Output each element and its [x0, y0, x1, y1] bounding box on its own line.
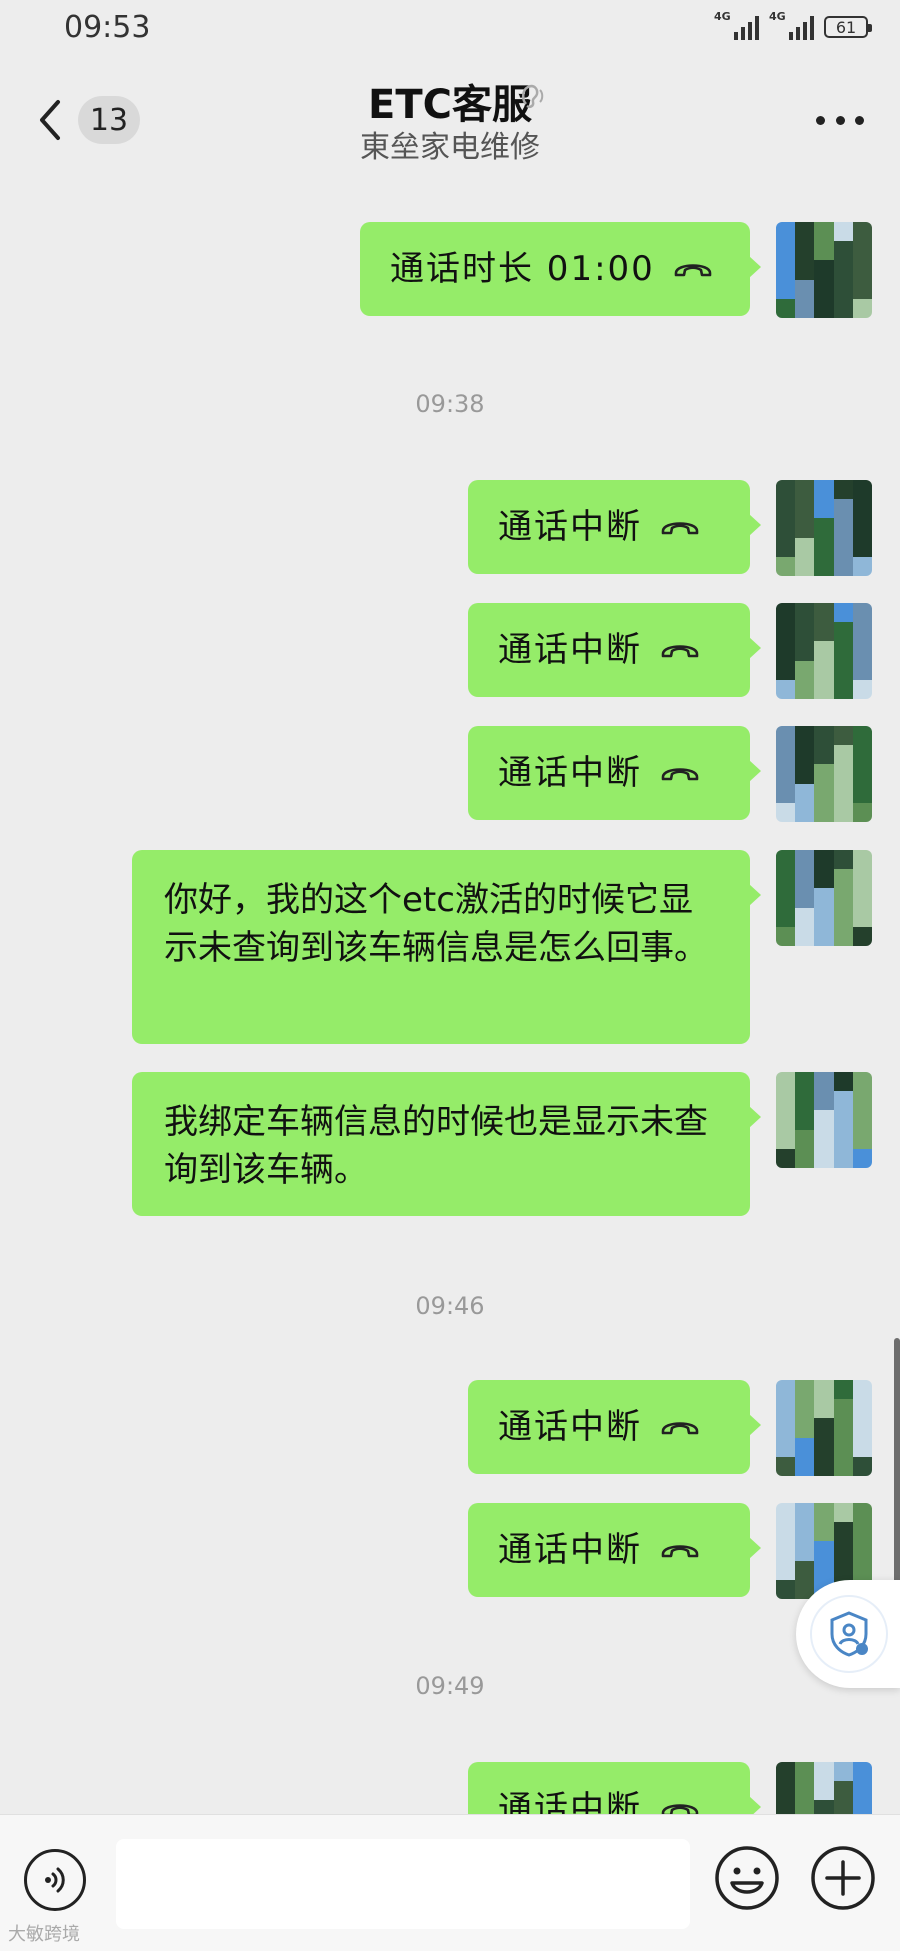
status-icons: 4G 4G 61 — [714, 10, 872, 40]
text-message-bubble[interactable]: 你好，我的这个etc激活的时候它显示未查询到该车辆信息是怎么回事。 — [132, 850, 761, 1044]
user-avatar[interactable] — [776, 726, 872, 822]
phone-hangup-icon — [661, 1422, 699, 1435]
call-message-bubble[interactable]: 通话中断 — [468, 1380, 761, 1474]
status-time: 09:53 — [64, 10, 151, 45]
message-input[interactable] — [116, 1839, 690, 1929]
emoji-icon[interactable] — [714, 1845, 780, 1911]
user-avatar[interactable] — [776, 222, 872, 318]
call-message-bubble[interactable]: 通话时长 01:00 — [360, 222, 761, 316]
signal-icon: 4G — [769, 10, 814, 40]
chat-subtitle: 東垒家电维修 — [360, 130, 540, 165]
call-status-text: 通话中断 — [498, 630, 642, 670]
message-input-bar — [0, 1814, 900, 1951]
message-timestamp: 09:49 — [415, 1672, 485, 1700]
message-text: 你好，我的这个etc激活的时候它显示未查询到该车辆信息是怎么回事。 — [164, 880, 708, 968]
call-message-bubble[interactable]: 通话中断 — [468, 726, 761, 820]
call-status-text: 通话中断 — [498, 1407, 642, 1447]
user-avatar[interactable] — [776, 1380, 872, 1476]
call-message-bubble[interactable]: 通话中断 — [468, 603, 761, 697]
status-bar: 09:53 4G 4G 61 — [0, 0, 900, 60]
phone-hangup-icon — [661, 1545, 699, 1558]
ear-icon — [522, 84, 544, 109]
chat-header: 13 ETC客服 東垒家电维修 — [0, 60, 900, 170]
battery-level: 61 — [835, 17, 857, 37]
phone-hangup-icon — [661, 645, 699, 658]
voice-icon[interactable] — [24, 1849, 86, 1911]
call-status-text: 通话中断 — [498, 507, 642, 547]
user-avatar[interactable] — [776, 603, 872, 699]
phone-hangup-icon — [661, 522, 699, 535]
more-dots-icon[interactable] — [816, 116, 864, 128]
plus-icon[interactable] — [810, 1845, 876, 1911]
user-avatar[interactable] — [776, 1072, 872, 1168]
battery-icon: 61 — [824, 16, 872, 38]
call-status-text: 通话中断 — [498, 753, 642, 793]
call-status-text: 通话时长 01:00 — [390, 249, 655, 289]
call-status-text: 通话中断 — [498, 1530, 642, 1570]
shield-user-icon — [830, 1611, 868, 1657]
text-message-bubble[interactable]: 我绑定车辆信息的时候也是显示未查询到该车辆。 — [132, 1072, 761, 1216]
user-avatar[interactable] — [776, 850, 872, 946]
signal-icon: 4G — [714, 10, 759, 40]
phone-hangup-icon — [674, 264, 712, 277]
call-message-bubble[interactable]: 通话中断 — [468, 1503, 761, 1597]
watermark: 大敏跨境 — [8, 1924, 80, 1945]
security-floating-button[interactable] — [796, 1580, 900, 1688]
user-avatar[interactable] — [776, 480, 872, 576]
call-message-bubble[interactable]: 通话中断 — [468, 480, 761, 574]
network-type-label: 4G — [714, 10, 731, 23]
message-text: 我绑定车辆信息的时候也是显示未查询到该车辆。 — [164, 1102, 708, 1190]
message-timestamp: 09:46 — [415, 1292, 485, 1320]
message-timestamp: 09:38 — [415, 390, 485, 418]
phone-hangup-icon — [661, 768, 699, 781]
network-type-label: 4G — [769, 10, 786, 23]
